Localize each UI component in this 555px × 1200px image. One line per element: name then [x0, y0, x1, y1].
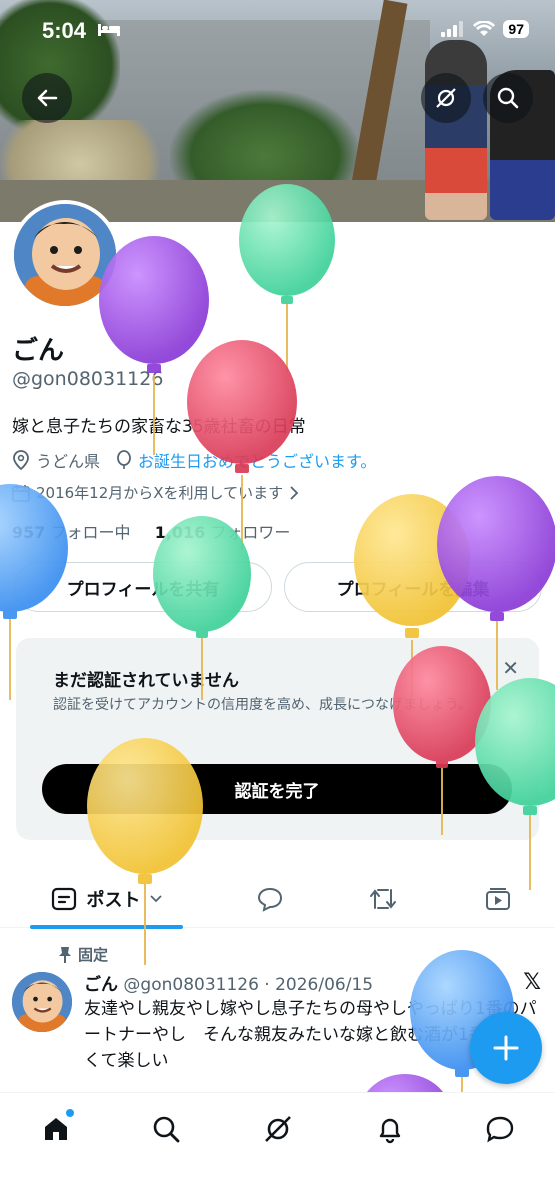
active-tab-indicator: [30, 925, 183, 929]
compose-button[interactable]: [470, 1012, 542, 1084]
video-icon: [486, 888, 510, 910]
home-icon: [45, 1118, 67, 1140]
tab-posts[interactable]: ポスト: [30, 870, 183, 929]
verification-title: まだ認証されていません: [53, 671, 239, 691]
followers-label[interactable]: フォロワー: [210, 523, 290, 542]
birthday-link[interactable]: お誕生日おめでとうございます。: [138, 448, 376, 472]
nav-messages[interactable]: [480, 1109, 520, 1149]
following-count[interactable]: 957: [12, 523, 45, 542]
chevron-right-icon: [290, 485, 299, 500]
tab-replies[interactable]: [245, 870, 295, 928]
profile-meta: うどん県 お誕生日おめでとうございます。: [12, 448, 376, 472]
posts-icon: [51, 887, 76, 911]
complete-verification-button[interactable]: 認証を完了: [42, 764, 512, 814]
profile-name: ごん: [12, 336, 65, 366]
profile-bio: 嫁と息子たちの家畜な35歳社畜の日常: [12, 417, 306, 437]
edit-profile-button[interactable]: プロフィールを編集: [284, 562, 542, 612]
status-time: 5:04: [42, 18, 87, 43]
profile-location: うどん県: [36, 452, 101, 471]
profile-avatar[interactable]: [10, 200, 120, 310]
profile-handle: @gon08031126: [12, 368, 164, 390]
nav-grok[interactable]: [258, 1109, 298, 1149]
battery-indicator: 97: [503, 20, 529, 38]
nav-search[interactable]: [146, 1109, 186, 1149]
follow-stats: 957 フォロー中 1,016 フォロワー: [12, 519, 290, 543]
bell-icon: [379, 1118, 401, 1144]
joined-text: 2016年12月からXを利用しています: [36, 484, 284, 502]
bottom-navigation: [0, 1092, 555, 1200]
signal-icon: [441, 21, 464, 37]
grok-button[interactable]: [421, 73, 471, 123]
plus-icon: [493, 1035, 519, 1061]
chat-icon: [486, 1116, 514, 1143]
post-avatar[interactable]: [12, 972, 72, 1032]
avatar-image: [12, 972, 72, 1032]
pin-icon: [59, 946, 71, 963]
followers-count[interactable]: 1,016: [155, 523, 206, 542]
balloon-icon: [117, 450, 131, 469]
location-icon: [13, 450, 29, 470]
notification-dot: [66, 1109, 74, 1117]
verification-body: 認証を受けてアカウントの信用度を高め、成長につなげましょう。: [53, 697, 473, 713]
close-icon[interactable]: ✕: [502, 656, 519, 680]
x-logo-icon: 𝕏: [523, 970, 541, 995]
banner-child: [425, 40, 487, 220]
arrow-left-icon: [37, 89, 58, 107]
status-bar: 5:04 97: [0, 0, 555, 60]
repost-icon: [370, 889, 396, 909]
back-button[interactable]: [22, 73, 72, 123]
post-author[interactable]: ごん: [84, 975, 118, 995]
tab-posts-label: ポスト: [86, 890, 141, 911]
search-icon: [497, 87, 519, 109]
grok-icon: [265, 1116, 291, 1142]
pinned-indicator: 固定: [58, 944, 108, 965]
nav-home[interactable]: [36, 1109, 76, 1149]
pinned-label: 固定: [78, 946, 109, 964]
chevron-down-icon: [149, 895, 162, 903]
grok-icon: [436, 88, 456, 108]
reply-icon: [257, 887, 283, 912]
search-icon: [153, 1116, 180, 1143]
post-handle-date: @gon08031126 · 2026/06/15: [123, 975, 374, 995]
nav-notifications[interactable]: [370, 1109, 410, 1149]
joined-date[interactable]: 2016年12月からXを利用しています: [12, 482, 299, 503]
tab-media[interactable]: [473, 870, 523, 928]
sleep-focus-icon: [98, 24, 120, 36]
avatar-image: [14, 204, 116, 306]
profile-tabs: ポスト: [0, 870, 555, 929]
share-profile-button[interactable]: プロフィールを共有: [14, 562, 272, 612]
verification-card: まだ認証されていません ✕ 認証を受けてアカウントの信用度を高め、成長につなげま…: [16, 638, 539, 840]
search-button[interactable]: [483, 73, 533, 123]
tab-reposts[interactable]: [358, 870, 408, 928]
calendar-icon: [12, 484, 30, 502]
following-label[interactable]: フォロー中: [51, 523, 131, 542]
post-header: ごん @gon08031126 · 2026/06/15: [84, 970, 373, 995]
wifi-icon: [473, 21, 496, 36]
